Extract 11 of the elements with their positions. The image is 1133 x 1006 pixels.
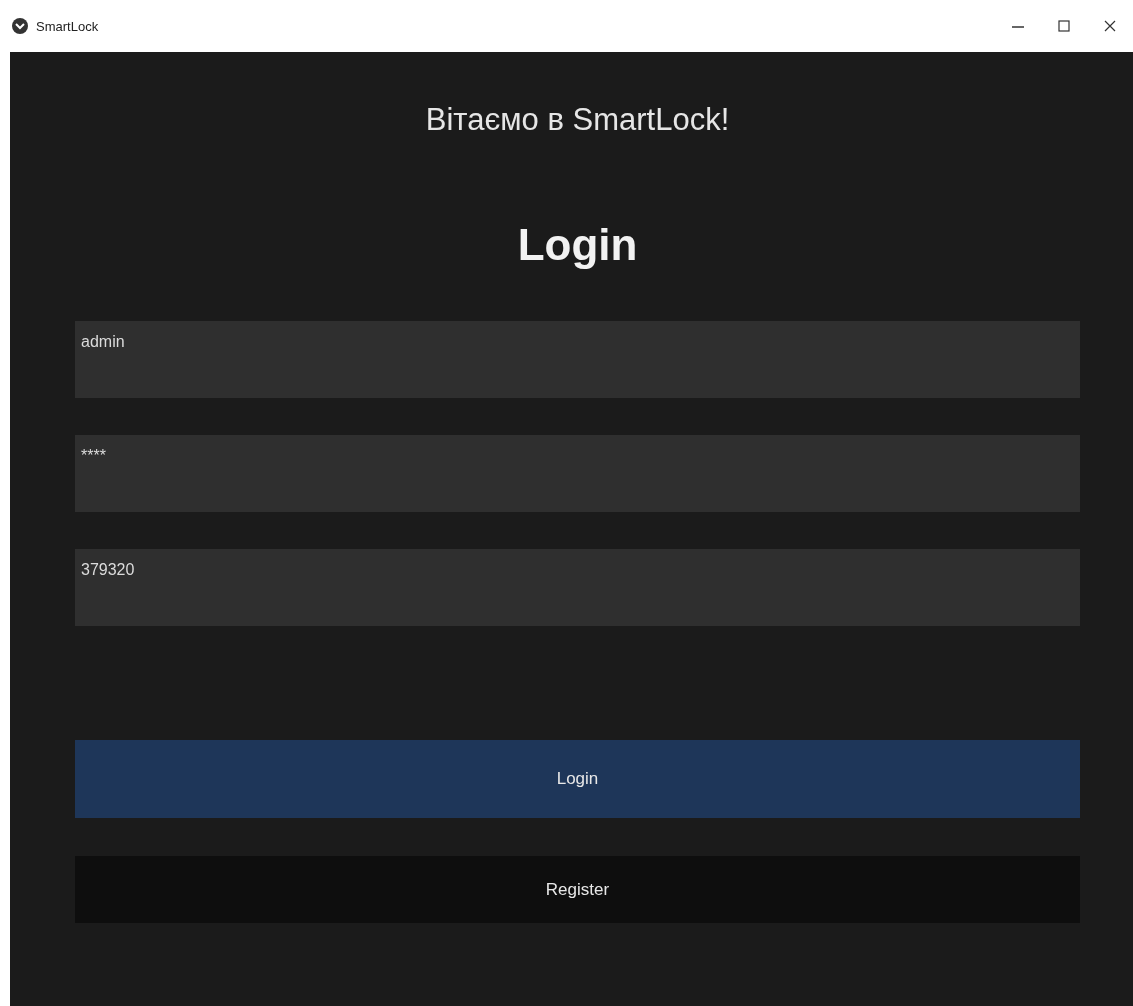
welcome-title: Вітаємо в SmartLock! <box>425 102 730 139</box>
input-field[interactable]: admin <box>75 321 1080 398</box>
app-logo-icon <box>12 18 28 34</box>
input-field[interactable]: **** <box>75 435 1080 512</box>
login-button[interactable]: Login <box>75 740 1080 818</box>
close-icon <box>1104 20 1116 32</box>
maximize-icon <box>1058 20 1070 32</box>
window-title: SmartLock <box>36 18 100 34</box>
login-heading: Login <box>517 220 638 271</box>
register-button[interactable]: Register <box>75 856 1080 923</box>
input-field[interactable]: 379320 <box>75 549 1080 626</box>
